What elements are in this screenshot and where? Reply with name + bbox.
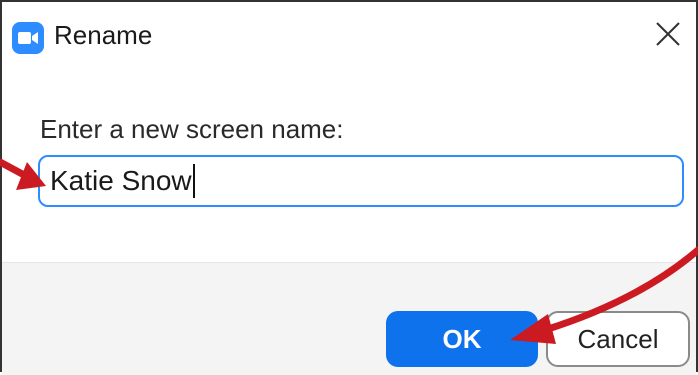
cancel-button[interactable]: Cancel — [546, 311, 690, 367]
rename-dialog: Rename Enter a new screen name: Katie Sn… — [0, 0, 698, 375]
screen-name-label: Enter a new screen name: — [40, 114, 344, 144]
zoom-camera-icon — [12, 22, 44, 54]
text-caret — [192, 164, 195, 198]
close-button[interactable] — [648, 14, 688, 54]
title-bar: Rename — [2, 2, 696, 64]
close-icon — [656, 22, 680, 46]
dialog-title: Rename — [54, 20, 153, 50]
ok-button[interactable]: OK — [386, 311, 538, 367]
screen-name-input[interactable]: Katie Snow — [38, 155, 684, 207]
screen-name-value: Katie Snow — [50, 165, 192, 196]
dialog-footer: OK Cancel — [2, 262, 696, 375]
